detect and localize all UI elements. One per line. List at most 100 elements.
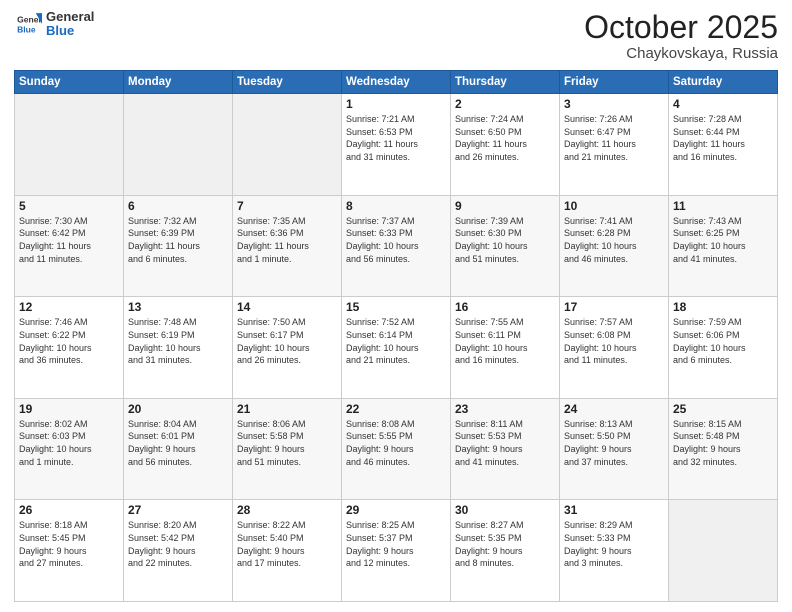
day-number: 3 <box>564 97 664 111</box>
day-number: 9 <box>455 199 555 213</box>
day-info: Sunrise: 8:22 AM Sunset: 5:40 PM Dayligh… <box>237 519 337 569</box>
day-number: 22 <box>346 402 446 416</box>
day-info: Sunrise: 7:39 AM Sunset: 6:30 PM Dayligh… <box>455 215 555 265</box>
calendar-header-row: SundayMondayTuesdayWednesdayThursdayFrid… <box>15 71 778 94</box>
calendar-cell <box>233 94 342 196</box>
calendar-cell: 7Sunrise: 7:35 AM Sunset: 6:36 PM Daylig… <box>233 195 342 297</box>
location-title: Chaykovskaya, Russia <box>584 45 778 62</box>
month-title: October 2025 <box>584 10 778 45</box>
calendar-cell: 14 Sunrise: 7:50 AM Sunset: 6:17 PM Dayli… <box>233 297 342 399</box>
day-number: 26 <box>19 503 119 517</box>
calendar-cell: 1Sunrise: 7:21 AM Sunset: 6:53 PM Daylig… <box>342 94 451 196</box>
calendar-day-header: Thursday <box>451 71 560 94</box>
calendar-cell: 30 Sunrise: 8:27 AM Sunset: 5:35 PM Dayli… <box>451 500 560 602</box>
day-info: Sunrise: 7:30 AM Sunset: 6:42 PM Dayligh… <box>19 215 119 265</box>
day-number: 29 <box>346 503 446 517</box>
day-number: 27 <box>128 503 228 517</box>
calendar-cell: 13 Sunrise: 7:48 AM Sunset: 6:19 PM Dayli… <box>124 297 233 399</box>
calendar-week-row: 19Sunrise: 8:02 AM Sunset: 6:03 PM Dayli… <box>15 398 778 500</box>
day-number: 8 <box>346 199 446 213</box>
title-block: October 2025 Chaykovskaya, Russia <box>584 10 778 62</box>
calendar-cell: 21 Sunrise: 8:06 AM Sunset: 5:58 PM Dayli… <box>233 398 342 500</box>
day-info: Sunrise: 7:57 AM Sunset: 6:08 PM Dayligh… <box>564 316 664 366</box>
day-info: Sunrise: 7:41 AM Sunset: 6:28 PM Dayligh… <box>564 215 664 265</box>
calendar-cell: 18Sunrise: 7:59 AM Sunset: 6:06 PM Dayli… <box>669 297 778 399</box>
calendar-cell: 20 Sunrise: 8:04 AM Sunset: 6:01 PM Dayli… <box>124 398 233 500</box>
calendar-day-header: Wednesday <box>342 71 451 94</box>
day-info: Sunrise: 8:04 AM Sunset: 6:01 PM Dayligh… <box>128 418 228 468</box>
day-info: Sunrise: 8:20 AM Sunset: 5:42 PM Dayligh… <box>128 519 228 569</box>
calendar-cell: 17 Sunrise: 7:57 AM Sunset: 6:08 PM Dayli… <box>560 297 669 399</box>
day-info: Sunrise: 8:27 AM Sunset: 5:35 PM Dayligh… <box>455 519 555 569</box>
calendar-cell: 6Sunrise: 7:32 AM Sunset: 6:39 PM Daylig… <box>124 195 233 297</box>
calendar-cell: 22Sunrise: 8:08 AM Sunset: 5:55 PM Dayli… <box>342 398 451 500</box>
day-info: Sunrise: 7:46 AM Sunset: 6:22 PM Dayligh… <box>19 316 119 366</box>
day-info: Sunrise: 8:02 AM Sunset: 6:03 PM Dayligh… <box>19 418 119 468</box>
calendar-cell: 4 Sunrise: 7:28 AM Sunset: 6:44 PM Daylig… <box>669 94 778 196</box>
calendar-day-header: Friday <box>560 71 669 94</box>
calendar-cell <box>669 500 778 602</box>
logo-general-text: General <box>46 10 94 24</box>
logo-icon: General Blue <box>14 10 42 38</box>
day-info: Sunrise: 7:37 AM Sunset: 6:33 PM Dayligh… <box>346 215 446 265</box>
calendar-day-header: Monday <box>124 71 233 94</box>
calendar-cell: 29 Sunrise: 8:25 AM Sunset: 5:37 PM Dayli… <box>342 500 451 602</box>
calendar-cell: 31 Sunrise: 8:29 AM Sunset: 5:33 PM Dayli… <box>560 500 669 602</box>
day-info: Sunrise: 7:50 AM Sunset: 6:17 PM Dayligh… <box>237 316 337 366</box>
day-number: 17 <box>564 300 664 314</box>
day-info: Sunrise: 7:59 AM Sunset: 6:06 PM Dayligh… <box>673 316 773 366</box>
day-number: 31 <box>564 503 664 517</box>
day-number: 14 <box>237 300 337 314</box>
day-info: Sunrise: 8:29 AM Sunset: 5:33 PM Dayligh… <box>564 519 664 569</box>
calendar-week-row: 5 Sunrise: 7:30 AM Sunset: 6:42 PM Daylig… <box>15 195 778 297</box>
day-number: 2 <box>455 97 555 111</box>
calendar-cell: 24Sunrise: 8:13 AM Sunset: 5:50 PM Dayli… <box>560 398 669 500</box>
day-number: 20 <box>128 402 228 416</box>
day-number: 5 <box>19 199 119 213</box>
day-info: Sunrise: 8:11 AM Sunset: 5:53 PM Dayligh… <box>455 418 555 468</box>
day-number: 21 <box>237 402 337 416</box>
calendar-day-header: Sunday <box>15 71 124 94</box>
day-number: 28 <box>237 503 337 517</box>
calendar-cell: 10 Sunrise: 7:41 AM Sunset: 6:28 PM Dayli… <box>560 195 669 297</box>
calendar-cell: 27 Sunrise: 8:20 AM Sunset: 5:42 PM Dayli… <box>124 500 233 602</box>
day-info: Sunrise: 7:21 AM Sunset: 6:53 PM Dayligh… <box>346 113 446 163</box>
day-number: 6 <box>128 199 228 213</box>
day-info: Sunrise: 8:25 AM Sunset: 5:37 PM Dayligh… <box>346 519 446 569</box>
day-info: Sunrise: 7:26 AM Sunset: 6:47 PM Dayligh… <box>564 113 664 163</box>
calendar-cell: 2Sunrise: 7:24 AM Sunset: 6:50 PM Daylig… <box>451 94 560 196</box>
page: General Blue General Blue October 2025 C… <box>0 0 792 612</box>
calendar-cell: 11Sunrise: 7:43 AM Sunset: 6:25 PM Dayli… <box>669 195 778 297</box>
day-number: 25 <box>673 402 773 416</box>
calendar-cell: 5 Sunrise: 7:30 AM Sunset: 6:42 PM Daylig… <box>15 195 124 297</box>
calendar-day-header: Tuesday <box>233 71 342 94</box>
calendar-table: SundayMondayTuesdayWednesdayThursdayFrid… <box>14 70 778 602</box>
calendar-cell <box>15 94 124 196</box>
header: General Blue General Blue October 2025 C… <box>14 10 778 62</box>
day-info: Sunrise: 7:28 AM Sunset: 6:44 PM Dayligh… <box>673 113 773 163</box>
day-number: 12 <box>19 300 119 314</box>
day-number: 11 <box>673 199 773 213</box>
calendar-cell: 26 Sunrise: 8:18 AM Sunset: 5:45 PM Dayli… <box>15 500 124 602</box>
calendar-cell: 16Sunrise: 7:55 AM Sunset: 6:11 PM Dayli… <box>451 297 560 399</box>
day-info: Sunrise: 8:18 AM Sunset: 5:45 PM Dayligh… <box>19 519 119 569</box>
day-number: 15 <box>346 300 446 314</box>
day-number: 10 <box>564 199 664 213</box>
day-number: 24 <box>564 402 664 416</box>
day-info: Sunrise: 8:06 AM Sunset: 5:58 PM Dayligh… <box>237 418 337 468</box>
logo-blue-text: Blue <box>46 24 94 38</box>
day-number: 30 <box>455 503 555 517</box>
day-info: Sunrise: 7:55 AM Sunset: 6:11 PM Dayligh… <box>455 316 555 366</box>
calendar-week-row: 26 Sunrise: 8:18 AM Sunset: 5:45 PM Dayli… <box>15 500 778 602</box>
logo: General Blue General Blue <box>14 10 94 39</box>
day-number: 13 <box>128 300 228 314</box>
calendar-cell: 19Sunrise: 8:02 AM Sunset: 6:03 PM Dayli… <box>15 398 124 500</box>
day-number: 4 <box>673 97 773 111</box>
svg-text:Blue: Blue <box>17 25 36 35</box>
calendar-cell: 3 Sunrise: 7:26 AM Sunset: 6:47 PM Daylig… <box>560 94 669 196</box>
calendar-week-row: 1Sunrise: 7:21 AM Sunset: 6:53 PM Daylig… <box>15 94 778 196</box>
calendar-cell: 15Sunrise: 7:52 AM Sunset: 6:14 PM Dayli… <box>342 297 451 399</box>
calendar-cell: 8 Sunrise: 7:37 AM Sunset: 6:33 PM Daylig… <box>342 195 451 297</box>
calendar-cell: 25Sunrise: 8:15 AM Sunset: 5:48 PM Dayli… <box>669 398 778 500</box>
day-info: Sunrise: 7:48 AM Sunset: 6:19 PM Dayligh… <box>128 316 228 366</box>
